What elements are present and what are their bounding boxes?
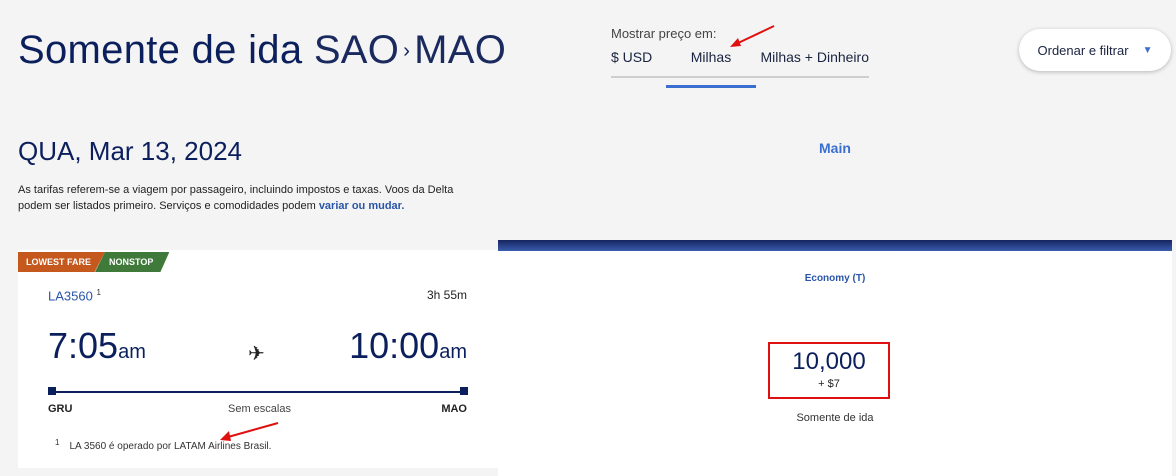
arrival-time: 10:00am [349, 325, 467, 367]
route-arrow-icon: › [403, 40, 411, 62]
lowest-fare-badge: LOWEST FARE [18, 252, 105, 272]
destination-airport: MAO [441, 403, 467, 415]
fare-disclaimer: As tarifas referem-se a viagem por passa… [18, 182, 478, 214]
arrival-ampm: am [439, 341, 467, 363]
fare-option-card[interactable]: Economy (T) 10,000 + $7 Somente de ida [498, 240, 1172, 476]
departure-ampm: am [118, 341, 146, 363]
destination-code: MAO [414, 28, 507, 72]
fare-card-band [498, 240, 1172, 251]
disclaimer-link[interactable]: variar ou mudar. [319, 200, 405, 212]
nonstop-badge: NONSTOP [95, 252, 170, 272]
origin-code: SAO [313, 28, 400, 72]
destination-marker-icon [460, 387, 468, 395]
flight-number-label: LA3560 [48, 288, 93, 304]
footnote-marker: 1 [96, 288, 101, 297]
departure-time: 7:05am [48, 325, 146, 367]
tab-miles-cash[interactable]: Milhas + Dinheiro [756, 48, 869, 76]
trip-type: Somente de ida [18, 28, 303, 72]
fare-price-button[interactable]: 10,000 + $7 [768, 342, 890, 399]
price-toggle: $ USD Milhas Milhas + Dinheiro [611, 48, 869, 88]
sort-filter-button[interactable]: Ordenar e filtrar ▼ [1019, 29, 1171, 71]
date-heading: QUA, Mar 13, 2024 [18, 136, 242, 166]
cabin-column-header[interactable]: Main [819, 140, 851, 156]
miles-price: 10,000 [792, 348, 866, 375]
sort-filter-label: Ordenar e filtrar [1037, 42, 1129, 58]
red-arrow-annotation-icon [730, 25, 775, 47]
fare-class: Economy (T) [804, 273, 866, 284]
origin-airport: GRU [48, 403, 73, 415]
flight-duration: 3h 55m [426, 288, 467, 302]
taxes-fees: + $7 [818, 378, 840, 390]
departure-time-value: 7:05 [48, 325, 119, 366]
tab-usd[interactable]: $ USD [611, 48, 666, 76]
fare-badges: LOWEST FARE NONSTOP [18, 252, 170, 272]
route-line [51, 391, 464, 393]
fare-trip-type: Somente de ida [796, 412, 874, 424]
red-arrow-annotation-icon [220, 422, 279, 441]
page-title: Somente de ida SAO › MAO [18, 28, 506, 73]
stops-label: Sem escalas [228, 403, 291, 415]
chevron-down-icon: ▼ [1142, 44, 1153, 56]
origin-marker-icon [48, 387, 56, 395]
footnote-number: 1 [55, 438, 60, 447]
tab-miles[interactable]: Milhas [666, 48, 756, 88]
flight-number[interactable]: LA3560 1 [48, 288, 101, 303]
arrival-time-value: 10:00 [349, 325, 440, 366]
price-toggle-label: Mostrar preço em: [611, 26, 717, 41]
airplane-icon: ✈ [248, 343, 265, 365]
